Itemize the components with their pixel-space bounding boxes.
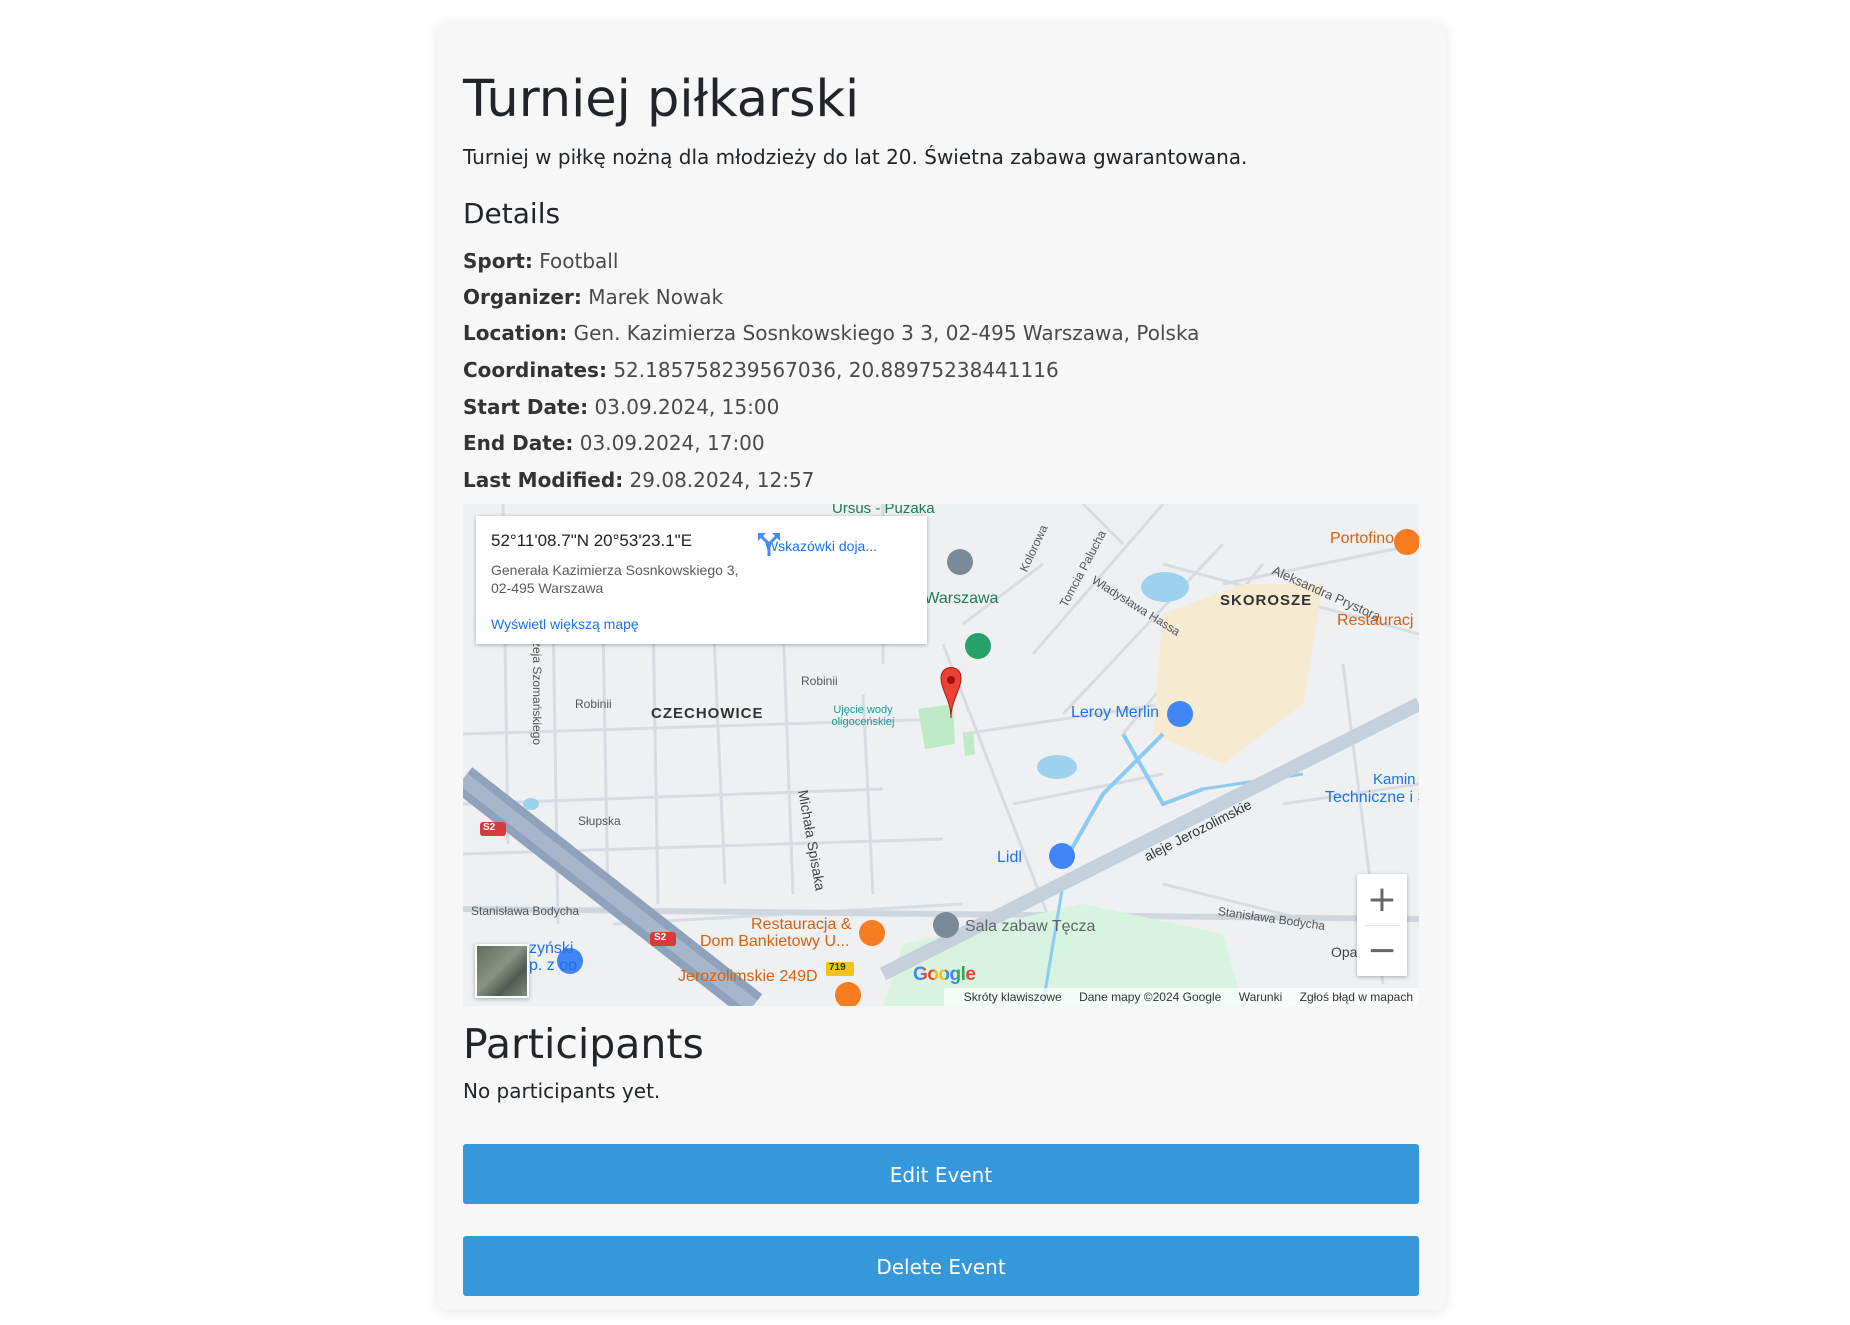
start-date-value: 03.09.2024, 15:00 — [594, 395, 780, 419]
delete-event-button[interactable]: Delete Event — [463, 1236, 1419, 1296]
zoom-out-button[interactable]: − — [1357, 925, 1407, 976]
event-title: Turniej piłkarski — [463, 70, 860, 129]
organizer-label: Organizer: — [463, 285, 582, 309]
satellite-toggle[interactable] — [475, 944, 529, 998]
edit-event-button[interactable]: Edit Event — [463, 1144, 1419, 1204]
organizer-value: Marek Nowak — [588, 285, 724, 309]
detail-coordinates: Coordinates: 52.185758239567036, 20.8897… — [463, 357, 1059, 383]
location-label: Location: — [463, 321, 568, 345]
info-address: Generała Kazimierza Sosnkowskiego 3, 02-… — [491, 562, 739, 596]
detail-sport: Sport: Football — [463, 248, 618, 274]
end-date-label: End Date: — [463, 431, 574, 455]
event-map[interactable]: Ursus - Puzaka Portofino Aleksandra Prys… — [463, 504, 1419, 1006]
map-label: Dom Bankietowy U... — [700, 933, 850, 950]
map-label: zeja Szomańskiego — [530, 641, 544, 746]
map-label: Ujęcie wody oligoceńskiej — [831, 704, 895, 728]
map-label: Restauracja & — [751, 916, 852, 933]
sport-value: Football — [539, 249, 619, 273]
map-label: Restauracj — [1337, 612, 1414, 629]
map-label: Jerozolimskie 249D — [678, 968, 818, 985]
map-label: Robinii — [801, 674, 838, 688]
map-label: Kamin — [1373, 771, 1416, 788]
detail-location: Location: Gen. Kazimierza Sosnkowskiego … — [463, 320, 1199, 346]
google-logo: Google — [913, 964, 976, 986]
map-label: Opa — [1331, 944, 1358, 960]
map-label: CZECHOWICE — [651, 705, 764, 722]
end-date-value: 03.09.2024, 17:00 — [579, 431, 765, 455]
terms-link[interactable]: Warunki — [1239, 990, 1283, 1004]
map-label: Stanisława Bodycha — [471, 904, 580, 918]
map-label: zyński — [529, 940, 574, 957]
event-description: Turniej w piłkę nożną dla młodzieży do l… — [463, 145, 1248, 169]
info-coordinates: 52°11'08.7"N 20°53'23.1"E — [491, 531, 693, 550]
road-shield-719: 719 — [829, 962, 846, 973]
map-label: Portofino — [1330, 530, 1395, 547]
map-label: SKOROSZE — [1220, 592, 1313, 609]
google-logo-text: Google — [913, 964, 976, 985]
detail-end-date: End Date: 03.09.2024, 17:00 — [463, 430, 765, 456]
map-label: Lidl — [997, 849, 1022, 866]
map-label: Robinii — [575, 697, 612, 711]
coordinates-value: 52.185758239567036, 20.88975238441116 — [613, 358, 1059, 382]
details-heading: Details — [463, 197, 561, 230]
sport-label: Sport: — [463, 249, 533, 273]
road-shield-s2: S2 — [654, 932, 667, 943]
zoom-controls: + − — [1357, 874, 1407, 976]
detail-start-date: Start Date: 03.09.2024, 15:00 — [463, 394, 779, 420]
location-value: Gen. Kazimierza Sosnkowskiego 3 3, 02-49… — [573, 321, 1200, 345]
coordinates-label: Coordinates: — [463, 358, 607, 382]
event-card: Turniej piłkarski Turniej w piłkę nożną … — [437, 22, 1446, 1310]
participants-heading: Participants — [463, 1020, 704, 1068]
map-label: Słupska — [578, 814, 621, 828]
map-label: Leroy Merlin — [1071, 704, 1160, 721]
directions-icon — [758, 533, 780, 556]
detail-last-modified: Last Modified: 29.08.2024, 12:57 — [463, 467, 814, 493]
map-info-window: 52°11'08.7"N 20°53'23.1"E Generała Kazim… — [476, 516, 927, 644]
map-label: Sala zabaw Tęcza — [965, 918, 1096, 935]
last-modified-label: Last Modified: — [463, 468, 624, 492]
report-error-link[interactable]: Zgłoś błąd w mapach — [1300, 990, 1413, 1004]
directions-button[interactable]: Wskazówki doja... — [756, 532, 886, 556]
map-attribution: Skróty klawiszowe Dane mapy ©2024 Google… — [943, 988, 1419, 1006]
zoom-in-button[interactable]: + — [1357, 874, 1407, 925]
map-label: Techniczne i Spo — [1325, 789, 1419, 806]
larger-map-link[interactable]: Wyświetl większą mapę — [491, 616, 639, 632]
participants-empty: No participants yet. — [463, 1079, 661, 1103]
detail-organizer: Organizer: Marek Nowak — [463, 284, 723, 310]
last-modified-value: 29.08.2024, 12:57 — [629, 468, 815, 492]
keyboard-shortcuts-link[interactable]: Skróty klawiszowe — [964, 990, 1062, 1004]
map-data-text: Dane mapy ©2024 Google — [1079, 990, 1222, 1004]
start-date-label: Start Date: — [463, 395, 589, 419]
zoom-divider — [1365, 925, 1399, 926]
map-label: p. z oo — [529, 957, 578, 974]
road-shield-s2: S2 — [483, 822, 496, 833]
